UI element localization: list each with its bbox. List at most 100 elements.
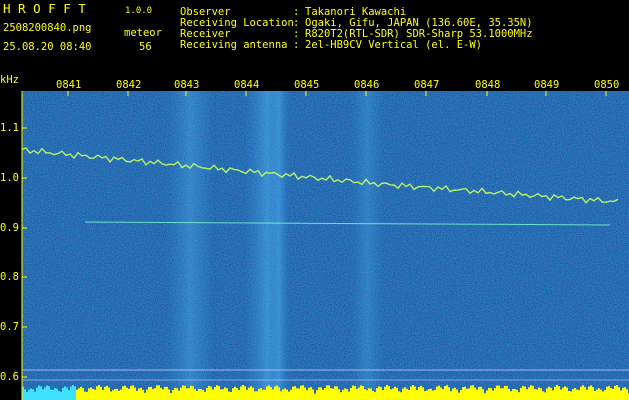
amplitude-bar	[480, 386, 482, 400]
header-panel: H R O F F T 1.0.0 2508200840.png meteor …	[0, 0, 629, 74]
amplitude-bar	[200, 389, 202, 400]
amplitude-bar	[82, 388, 84, 400]
amplitude-bar	[356, 388, 358, 400]
amplitude-bar	[364, 389, 366, 400]
amplitude-bar	[596, 389, 598, 400]
amplitude-bar	[374, 392, 376, 400]
amplitude-bar	[50, 389, 52, 400]
amplitude-bar	[298, 388, 300, 400]
amplitude-bar	[404, 387, 406, 400]
amplitude-bar	[350, 387, 352, 400]
amplitude-bar	[160, 387, 162, 400]
amplitude-bar	[332, 388, 334, 400]
filename: 2508200840.png	[3, 22, 92, 34]
amplitude-bar	[410, 386, 412, 400]
amplitude-bar	[428, 389, 430, 400]
amplitude-bar	[188, 387, 190, 400]
amplitude-bar	[70, 386, 72, 400]
amplitude-bar	[148, 386, 150, 400]
amplitude-bar	[62, 387, 64, 400]
amplitude-bar	[352, 385, 354, 400]
amplitude-bar	[458, 392, 460, 400]
amplitude-bar	[126, 387, 128, 400]
amplitude-bar	[170, 393, 172, 400]
amplitude-bar	[216, 385, 218, 400]
amplitude-bar	[336, 386, 338, 400]
amplitude-bar	[442, 389, 444, 400]
amplitude-bar	[504, 385, 506, 400]
amplitude-bar	[378, 386, 380, 400]
amplitude-bar	[494, 388, 496, 400]
amplitude-bar	[32, 389, 34, 400]
amplitude-bar	[284, 388, 286, 400]
amplitude-bar	[26, 391, 28, 400]
amplitude-bar	[514, 388, 516, 400]
amplitude-bar	[140, 387, 142, 400]
amplitude-bar	[552, 390, 554, 400]
amplitude-bar	[134, 387, 136, 400]
amplitude-bar	[286, 389, 288, 400]
amplitude-bar	[386, 385, 388, 400]
amplitude-bar	[108, 387, 110, 400]
amplitude-bar	[136, 391, 138, 400]
amplitude-bar	[98, 385, 100, 400]
amplitude-bar	[338, 389, 340, 400]
x-tick-label: 0848	[475, 79, 501, 91]
y-tick-label: 0.8	[0, 271, 19, 283]
amplitude-bar	[322, 389, 324, 400]
amplitude-bar	[518, 392, 520, 400]
amplitude-bar	[384, 386, 386, 400]
amplitude-bar	[452, 388, 454, 400]
amplitude-bar	[210, 386, 212, 400]
amplitude-bar	[58, 391, 60, 400]
amplitude-bar	[372, 390, 374, 400]
amplitude-bar	[102, 389, 104, 400]
amplitude-bar	[588, 386, 590, 400]
amplitude-bar	[460, 390, 462, 400]
amplitude-bar	[72, 385, 74, 400]
amplitude-bar	[330, 388, 332, 400]
amplitude-bar	[262, 389, 264, 400]
amplitude-bar	[168, 389, 170, 400]
amplitude-bar	[468, 388, 470, 400]
amplitude-bar	[550, 387, 552, 400]
amplitude-bar	[554, 386, 556, 400]
amplitude-bar	[292, 386, 294, 400]
amplitude-bar	[308, 387, 310, 400]
amplitude-bar	[266, 386, 268, 400]
amplitude-bar	[254, 391, 256, 400]
amplitude-bar	[370, 388, 372, 400]
amplitude-bar	[124, 385, 126, 400]
amplitude-bar	[156, 385, 158, 400]
mode-label: meteor	[124, 27, 162, 39]
amplitude-bar	[418, 387, 420, 400]
amplitude-bar	[574, 388, 576, 400]
amplitude-bar	[48, 386, 50, 400]
amplitude-bar	[390, 389, 392, 400]
amplitude-bar	[186, 388, 188, 400]
amplitude-bar	[402, 388, 404, 400]
amplitude-bar	[528, 387, 530, 400]
y-tick-label: 0.7	[0, 321, 19, 333]
amplitude-bar	[412, 385, 414, 400]
amplitude-bar	[592, 387, 594, 400]
amplitude-bar	[238, 390, 240, 400]
amplitude-bar	[296, 388, 298, 400]
amplitude-bar	[408, 390, 410, 400]
amplitude-bar	[388, 386, 390, 400]
amplitude-bar	[204, 391, 206, 400]
amplitude-bar	[88, 388, 90, 400]
amplitude-bar	[172, 390, 174, 400]
amplitude-bar	[206, 387, 208, 400]
amplitude-bar	[324, 388, 326, 400]
amplitude-bar	[106, 385, 108, 400]
amplitude-bar	[288, 391, 290, 400]
amplitude-bar	[510, 391, 512, 400]
amplitude-bar	[92, 388, 94, 400]
amplitude-bar	[396, 387, 398, 400]
amplitude-bar	[176, 388, 178, 400]
amplitude-bar	[144, 392, 146, 400]
amplitude-bar	[568, 391, 570, 400]
amplitude-bar	[478, 387, 480, 400]
amplitude-bar	[310, 387, 312, 400]
